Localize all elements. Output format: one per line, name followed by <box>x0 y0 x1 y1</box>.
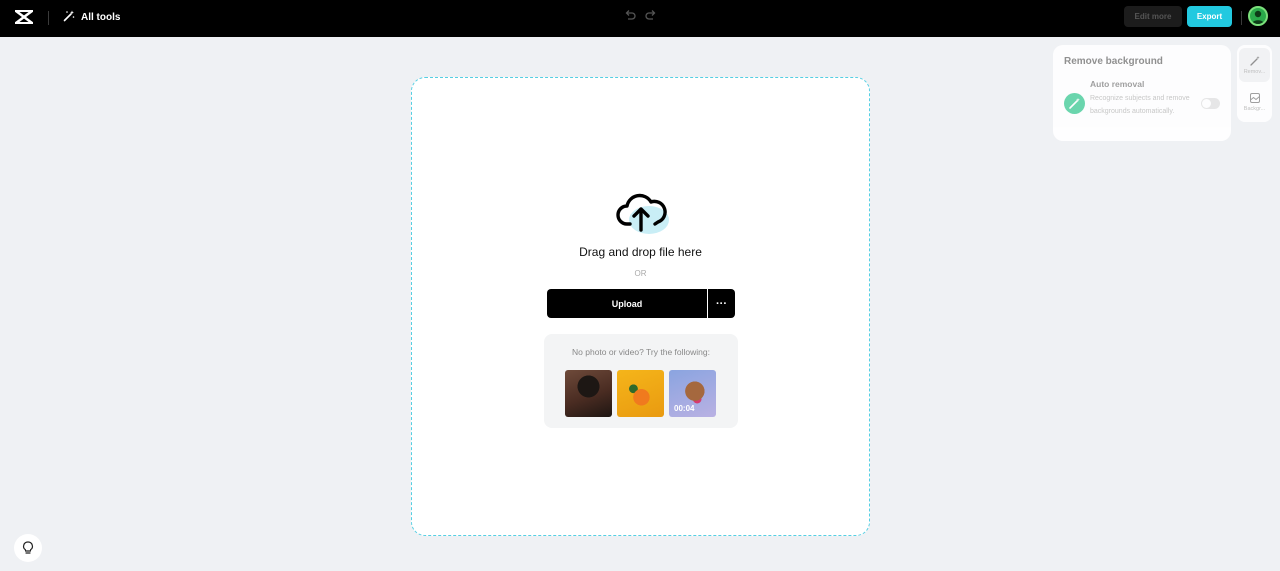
top-bar: All tools Edit more Export <box>0 0 1280 37</box>
undo-icon[interactable] <box>623 8 637 22</box>
panel-title: Remove background <box>1064 56 1163 67</box>
tab-label: Remov... <box>1243 69 1266 75</box>
remove-bg-icon <box>1249 54 1261 66</box>
sample-thumbnail-dog-video[interactable]: 00:04 <box>669 370 716 417</box>
sample-thumbnail-oranges[interactable] <box>617 370 664 417</box>
auto-removal-title: Auto removal <box>1090 79 1145 89</box>
upload-drop-zone[interactable]: Drag and drop file here OR Upload ··· No… <box>411 77 870 536</box>
header-divider <box>48 11 49 25</box>
header-divider-right <box>1241 11 1242 25</box>
lightbulb-icon[interactable] <box>14 534 42 562</box>
upload-button[interactable]: Upload <box>547 289 707 318</box>
all-tools-button[interactable]: All tools <box>63 8 120 26</box>
all-tools-label: All tools <box>81 11 121 23</box>
magic-wand-icon <box>63 10 75 25</box>
tool-side-tabs: Remov... Backgr... <box>1237 45 1272 122</box>
drag-drop-text: Drag and drop file here <box>579 245 702 259</box>
sample-media-label: No photo or video? Try the following: <box>572 347 710 357</box>
tab-background[interactable]: Backgr... <box>1239 85 1270 119</box>
toggle-knob <box>1202 99 1211 108</box>
tab-remove-background[interactable]: Remov... <box>1239 48 1270 82</box>
upload-options-button[interactable]: ··· <box>708 289 735 318</box>
capcut-logo-icon[interactable] <box>13 7 35 27</box>
export-button[interactable]: Export <box>1187 6 1232 27</box>
redo-icon[interactable] <box>644 8 658 22</box>
or-separator: OR <box>634 269 647 278</box>
auto-removal-description: Recognize subjects and remove background… <box>1090 95 1190 115</box>
cloud-upload-icon <box>616 190 670 238</box>
tab-label: Backgr... <box>1243 106 1266 112</box>
video-duration: 00:04 <box>674 404 695 413</box>
auto-removal-toggle[interactable] <box>1201 98 1220 109</box>
sample-media-panel: No photo or video? Try the following: 00… <box>544 334 738 428</box>
background-icon <box>1249 91 1261 103</box>
edit-more-button[interactable]: Edit more <box>1124 6 1182 27</box>
eraser-icon <box>1064 93 1085 114</box>
user-avatar-icon[interactable] <box>1248 6 1268 26</box>
remove-background-panel: Remove background Auto removal Recognize… <box>1053 45 1231 141</box>
sample-thumbnail-person[interactable] <box>565 370 612 417</box>
